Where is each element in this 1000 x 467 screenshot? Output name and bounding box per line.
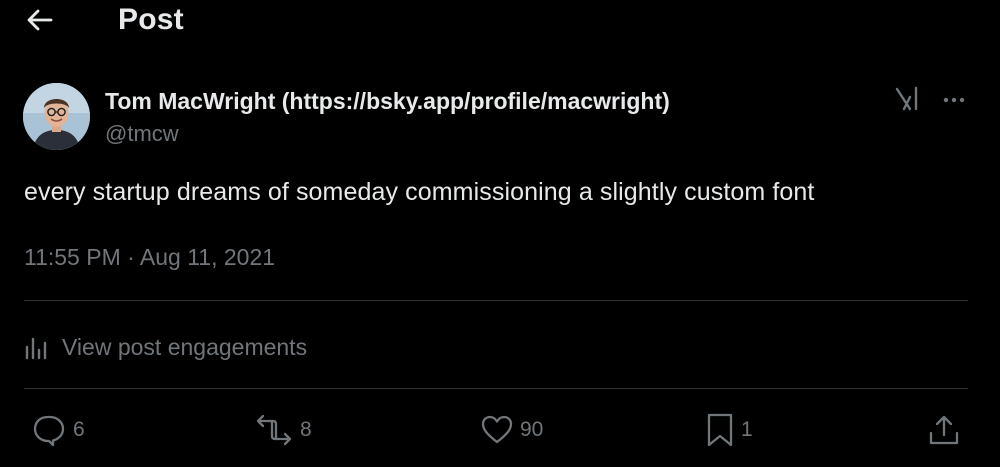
share-button[interactable] — [926, 412, 968, 448]
grok-button[interactable] — [893, 84, 923, 114]
like-button[interactable]: 90 — [480, 412, 543, 448]
arrow-left-icon — [27, 9, 53, 31]
share-icon — [926, 412, 962, 448]
reply-count: 6 — [73, 418, 85, 441]
repost-button[interactable]: 8 — [254, 412, 312, 448]
author-handle[interactable]: @tmcw — [105, 121, 179, 147]
repost-count: 8 — [300, 418, 312, 441]
bookmark-count: 1 — [741, 418, 753, 441]
divider — [24, 300, 968, 301]
post-detail-page: Post Tom MacWright (https://bsky.app/pro… — [0, 0, 1000, 467]
author-name[interactable]: Tom MacWright (https://bsky.app/profile/… — [105, 88, 670, 115]
reply-icon — [31, 412, 67, 448]
back-button[interactable] — [24, 6, 56, 34]
post-timestamp[interactable]: 11:55 PM · Aug 11, 2021 — [24, 244, 275, 271]
more-options-button[interactable] — [940, 86, 968, 114]
grok-icon — [895, 86, 918, 111]
reply-button[interactable]: 6 — [31, 412, 85, 448]
bookmark-icon — [705, 412, 735, 448]
view-engagements-link[interactable]: View post engagements — [24, 330, 307, 364]
bookmark-button[interactable]: 1 — [705, 412, 753, 448]
more-icon — [943, 97, 965, 103]
divider — [24, 388, 968, 389]
avatar[interactable] — [23, 83, 90, 150]
top-bar: Post — [0, 0, 1000, 42]
post-text: every startup dreams of someday commissi… — [24, 178, 815, 206]
avatar-image — [23, 83, 90, 150]
repost-icon — [254, 412, 294, 448]
page-title: Post — [118, 3, 184, 36]
heart-icon — [480, 413, 514, 447]
engagements-label: View post engagements — [62, 333, 308, 360]
bar-chart-icon — [24, 333, 52, 361]
like-count: 90 — [520, 418, 544, 441]
